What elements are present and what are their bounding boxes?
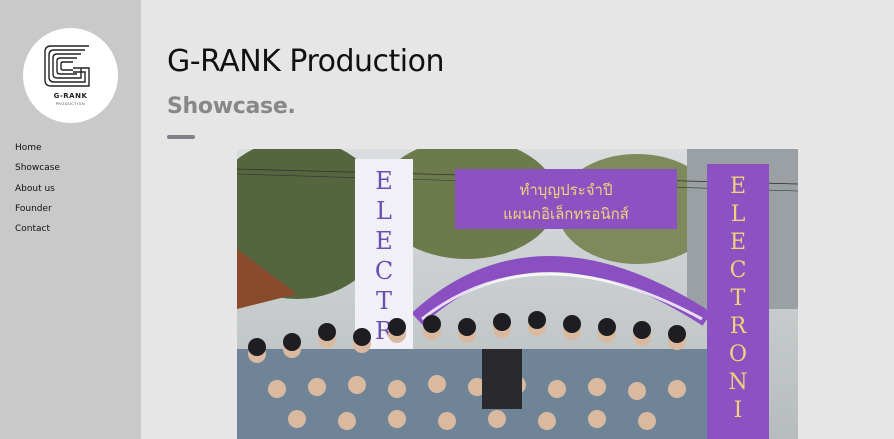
logo-g-icon [44,45,90,87]
showcase-photo[interactable]: E L E C T R ทำบุญประจำปี แผนกอิเล็กทรอนิ… [237,149,798,439]
svg-text:ทำบุญประจำปี: ทำบุญประจำปี [520,181,613,200]
svg-text:R: R [730,314,748,339]
logo[interactable]: G-RANK PRODUCTION [23,28,118,123]
banner-left-text: E [375,167,393,195]
svg-text:T: T [376,287,392,315]
svg-text:N: N [728,370,747,395]
logo-text: G-RANK [53,92,88,100]
svg-text:T: T [731,286,746,311]
svg-text:O: O [729,342,747,367]
nav-item-about-us[interactable]: About us [15,179,60,199]
group-photo-image: E L E C T R ทำบุญประจำปี แผนกอิเล็กทรอนิ… [237,149,798,439]
nav-item-contact[interactable]: Contact [15,219,60,239]
svg-text:E: E [730,230,746,255]
accent-divider [167,135,195,139]
svg-text:C: C [375,257,393,285]
svg-text:L: L [376,197,392,225]
nav-item-home[interactable]: Home [15,138,60,158]
svg-text:I: I [734,398,743,423]
nav-menu: Home Showcase About us Founder Contact [15,138,60,239]
svg-text:แผนกอิเล็กทรอนิกส์: แผนกอิเล็กทรอนิกส์ [503,204,629,223]
svg-text:C: C [730,258,747,283]
nav-item-founder[interactable]: Founder [15,199,60,219]
page-title: G-RANK Production [167,44,444,79]
sidebar: G-RANK PRODUCTION Home Showcase About us… [0,0,141,439]
page-subtitle: Showcase. [167,94,296,119]
svg-text:E: E [375,227,393,255]
logo-subtext: PRODUCTION [55,102,86,106]
nav-item-showcase[interactable]: Showcase [15,158,60,178]
svg-text:E: E [730,174,746,199]
svg-text:L: L [731,202,746,227]
